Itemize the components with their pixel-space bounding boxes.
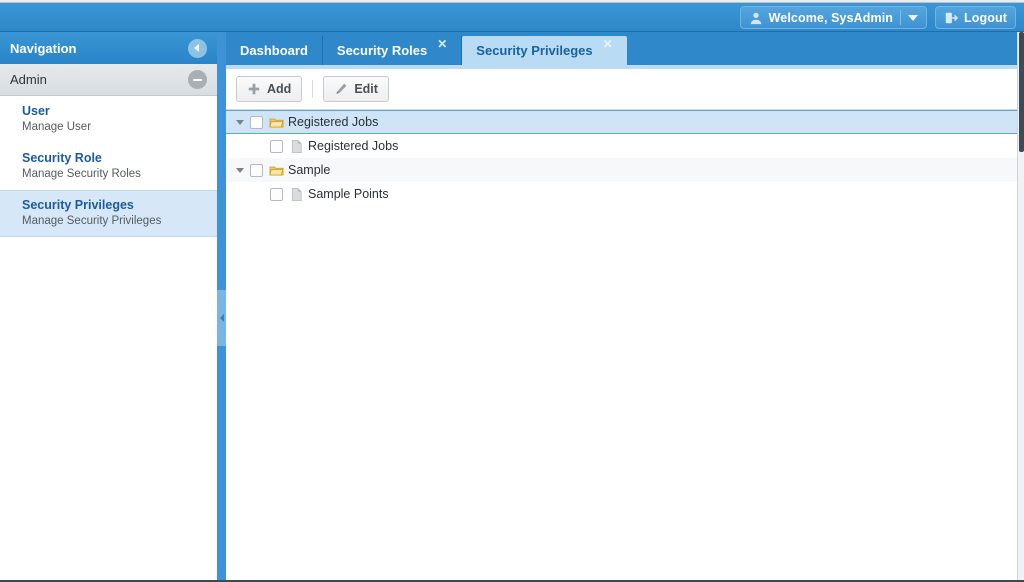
sidebar-item-title: Security Privileges bbox=[22, 198, 134, 212]
sidebar-item-security-privileges[interactable]: Security Privileges Manage Security Priv… bbox=[0, 190, 217, 237]
navigation-header: Navigation bbox=[0, 32, 217, 64]
tab-bar: Dashboard Security Roles ✕ Security Priv… bbox=[226, 32, 1024, 65]
add-button-label: Add bbox=[267, 82, 292, 96]
row-checkbox[interactable] bbox=[250, 163, 263, 177]
row-label: Sample Points bbox=[308, 187, 389, 201]
sidebar-item-subtitle: Manage User bbox=[22, 121, 92, 133]
logout-button[interactable]: Logout bbox=[935, 6, 1016, 29]
table-row[interactable]: Registered Jobs bbox=[226, 134, 1024, 158]
scrollbar-thumb[interactable] bbox=[1019, 32, 1024, 152]
table-row[interactable]: Registered Jobs bbox=[226, 110, 1024, 134]
chevron-left-icon bbox=[219, 314, 224, 322]
logout-label: Logout bbox=[964, 10, 1007, 25]
tab-label: Dashboard bbox=[240, 43, 308, 58]
content-toolbar: Add Edit bbox=[226, 69, 1024, 110]
sidebar-item-subtitle: Manage Security Roles bbox=[22, 168, 141, 180]
row-checkbox[interactable] bbox=[270, 187, 283, 201]
row-checkbox[interactable] bbox=[250, 115, 263, 129]
sidebar-item-title: Security Role bbox=[22, 151, 102, 165]
section-header-admin[interactable]: Admin bbox=[0, 64, 217, 96]
section-label: Admin bbox=[10, 72, 47, 87]
page-icon bbox=[289, 187, 303, 201]
edit-button-label: Edit bbox=[354, 82, 378, 96]
chevron-down-icon[interactable] bbox=[908, 14, 919, 21]
logout-door-icon bbox=[944, 11, 958, 25]
edit-button[interactable]: Edit bbox=[323, 76, 389, 102]
minus-circle-icon[interactable] bbox=[188, 70, 207, 89]
row-checkbox[interactable] bbox=[270, 139, 283, 153]
tab-label: Security Roles bbox=[336, 43, 428, 58]
sidebar-item-title: User bbox=[22, 104, 50, 118]
tab-security-roles[interactable]: Security Roles ✕ bbox=[323, 36, 463, 65]
sidebar-item-subtitle: Manage Security Privileges bbox=[22, 215, 162, 227]
folder-icon bbox=[269, 115, 284, 129]
toolbar-separator bbox=[312, 80, 314, 98]
plus-icon bbox=[247, 82, 261, 96]
chevron-left-circle-icon[interactable] bbox=[188, 38, 207, 58]
add-button[interactable]: Add bbox=[236, 76, 303, 102]
table-row[interactable]: Sample Points bbox=[226, 182, 1024, 206]
tab-security-privileges[interactable]: Security Privileges ✕ bbox=[462, 36, 627, 65]
close-icon[interactable]: ✕ bbox=[437, 38, 447, 50]
tab-label: Security Privileges bbox=[476, 43, 593, 58]
sidebar-splitter[interactable] bbox=[217, 32, 226, 580]
page-icon bbox=[289, 139, 303, 153]
row-label: Registered Jobs bbox=[308, 139, 399, 153]
navigation-sidebar: Navigation Admin User Manage User Securi… bbox=[0, 32, 217, 580]
table-row[interactable]: Sample bbox=[226, 158, 1024, 182]
navigation-list: User Manage User Security Role Manage Se… bbox=[0, 96, 217, 237]
header-actions: Welcome, SysAdmin Logout bbox=[739, 6, 1016, 29]
user-menu-label: Welcome, SysAdmin bbox=[768, 10, 894, 25]
expand-arrow-icon[interactable] bbox=[236, 119, 244, 125]
main-content: Dashboard Security Roles ✕ Security Priv… bbox=[226, 32, 1024, 580]
user-menu-divider bbox=[900, 10, 902, 25]
sidebar-item-user[interactable]: User Manage User bbox=[0, 96, 217, 143]
pencil-icon bbox=[334, 82, 348, 96]
tab-dashboard[interactable]: Dashboard bbox=[226, 36, 323, 65]
splitter-collapse-handle[interactable] bbox=[217, 290, 226, 346]
navigation-title: Navigation bbox=[10, 40, 77, 56]
sidebar-item-security-role[interactable]: Security Role Manage Security Roles bbox=[0, 143, 217, 190]
user-icon bbox=[749, 11, 763, 25]
privileges-tree: Registered Jobs Registered Jobs Sample S… bbox=[226, 110, 1024, 206]
expand-arrow-icon[interactable] bbox=[236, 167, 244, 173]
application-window: Welcome, SysAdmin Logout Navigation Admi… bbox=[0, 0, 1024, 582]
close-icon[interactable]: ✕ bbox=[603, 38, 613, 50]
user-menu-button[interactable]: Welcome, SysAdmin bbox=[739, 6, 928, 29]
folder-icon bbox=[269, 163, 284, 177]
row-label: Registered Jobs bbox=[288, 115, 379, 129]
vertical-scrollbar[interactable] bbox=[1017, 32, 1024, 580]
app-header: Welcome, SysAdmin Logout bbox=[0, 3, 1024, 32]
row-label: Sample bbox=[288, 163, 331, 177]
